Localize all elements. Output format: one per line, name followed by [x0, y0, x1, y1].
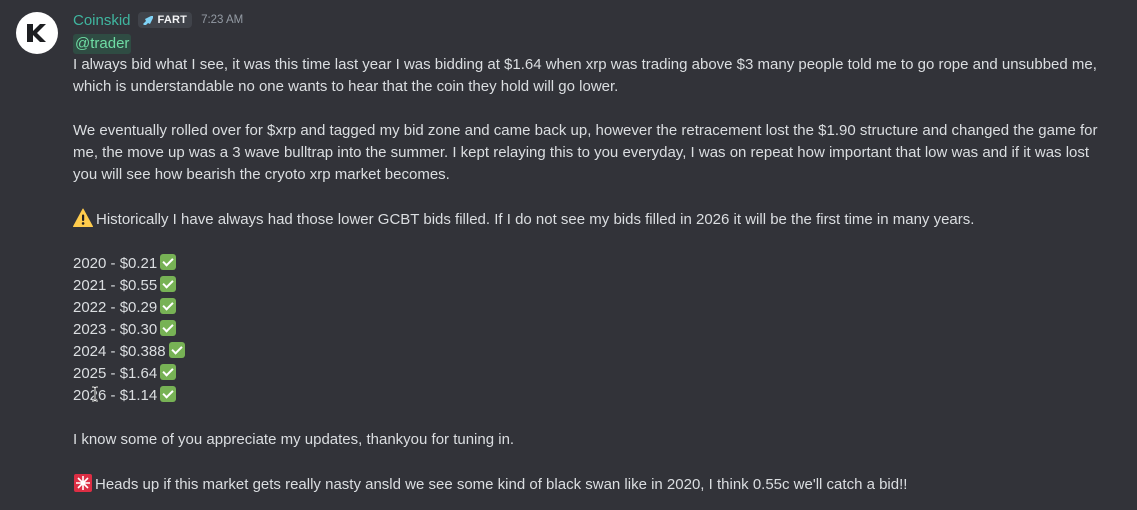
alert-text: Heads up if this market gets really nast…: [95, 476, 908, 493]
mention-line: @trader: [73, 32, 1117, 54]
author-name[interactable]: Coinskid: [73, 12, 131, 29]
bid-item: 2023 - $0.30: [73, 319, 1117, 341]
bid-text: 2021 - $0.55: [73, 277, 158, 294]
check-mark-icon: [160, 298, 177, 314]
bid-text: 2020 - $0.21: [73, 255, 158, 272]
rotating-light-icon: [74, 474, 92, 492]
paragraph-2: We eventually rolled over for $xrp and t…: [73, 122, 1098, 183]
bid-item: 2024 - $0.388: [73, 341, 1117, 363]
check-mark-icon: [168, 342, 185, 358]
warning-paragraph: Historically I have always had those low…: [73, 208, 1117, 231]
bid-item: 2020 - $0.21: [73, 253, 1117, 275]
warning-icon: [73, 208, 93, 227]
check-mark-icon: [160, 386, 177, 402]
check-mark-icon: [160, 254, 177, 270]
bid-item: 2022 - $0.29: [73, 297, 1117, 319]
bid-text: 2022 - $0.29: [73, 299, 158, 316]
check-mark-icon: [160, 364, 177, 380]
thanks-paragraph: I know some of you appreciate my updates…: [73, 431, 515, 448]
message-timestamp[interactable]: 7:23 AM: [201, 14, 243, 26]
user-mention[interactable]: @trader: [73, 34, 132, 54]
bid-text: 2024 - $0.388: [73, 343, 166, 360]
ck-logo-icon: [27, 24, 46, 42]
alert-paragraph: Heads up if this market gets really nast…: [73, 473, 1117, 496]
warning-text: Historically I have always had those low…: [96, 211, 975, 228]
role-tag[interactable]: FART: [137, 12, 193, 28]
paragraph-1: I always bid what I see, it was this tim…: [73, 56, 1097, 95]
bid-list: 2020 - $0.21 2021 - $0.55 2022 - $0.29 2…: [73, 253, 1117, 407]
bid-text: 2025 - $1.64: [73, 365, 158, 382]
message-content: Coinskid FART 7:23 AM @trader I always b…: [73, 8, 1117, 496]
bid-text: 2026 - $1.14: [73, 387, 158, 404]
bid-item: 2025 - $1.64: [73, 363, 1117, 385]
bid-text: 2023 - $0.30: [73, 321, 158, 338]
check-mark-icon: [160, 276, 177, 292]
bid-item: 2021 - $0.55: [73, 275, 1117, 297]
rocket-icon: [142, 16, 153, 25]
avatar[interactable]: [16, 12, 58, 54]
role-tag-label: FART: [157, 14, 188, 26]
bid-item: 2026 - $1.14: [73, 385, 1117, 407]
message-body: I always bid what I see, it was this tim…: [73, 54, 1117, 496]
message-header: Coinskid FART 7:23 AM: [73, 8, 1117, 32]
check-mark-icon: [160, 320, 177, 336]
chat-message: Coinskid FART 7:23 AM @trader I always b…: [0, 0, 1137, 510]
